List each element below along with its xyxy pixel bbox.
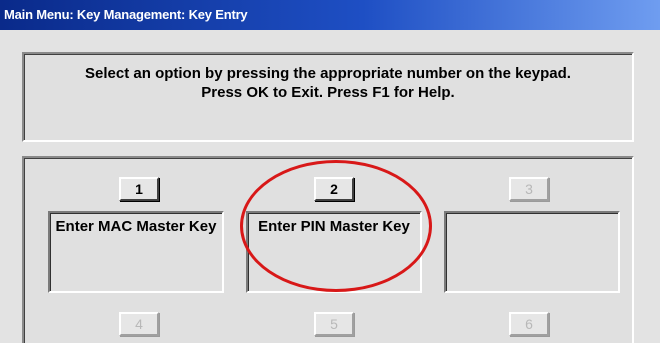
instruction-line-1: Select an option by pressing the appropr… — [85, 65, 571, 82]
key-entry-window: Main Menu: Key Management: Key Entry Sel… — [0, 0, 660, 343]
instruction-text: Select an option by pressing the appropr… — [24, 64, 632, 102]
option-3-button: 3 — [509, 177, 549, 201]
option-5-button: 5 — [314, 312, 354, 336]
window-title-bar: Main Menu: Key Management: Key Entry — [0, 0, 660, 30]
option-4-button: 4 — [119, 312, 159, 336]
option-2-button[interactable]: 2 — [314, 177, 354, 201]
empty-option-box — [444, 211, 620, 293]
window-title: Main Menu: Key Management: Key Entry — [4, 7, 248, 22]
option-6-button: 6 — [509, 312, 549, 336]
option-1-button[interactable]: 1 — [119, 177, 159, 201]
enter-mac-master-key-option[interactable]: Enter MAC Master Key — [48, 211, 224, 293]
instruction-panel: Select an option by pressing the appropr… — [22, 52, 634, 142]
instruction-line-2: Press OK to Exit. Press F1 for Help. — [201, 84, 455, 101]
enter-pin-master-key-option[interactable]: Enter PIN Master Key — [246, 211, 422, 293]
